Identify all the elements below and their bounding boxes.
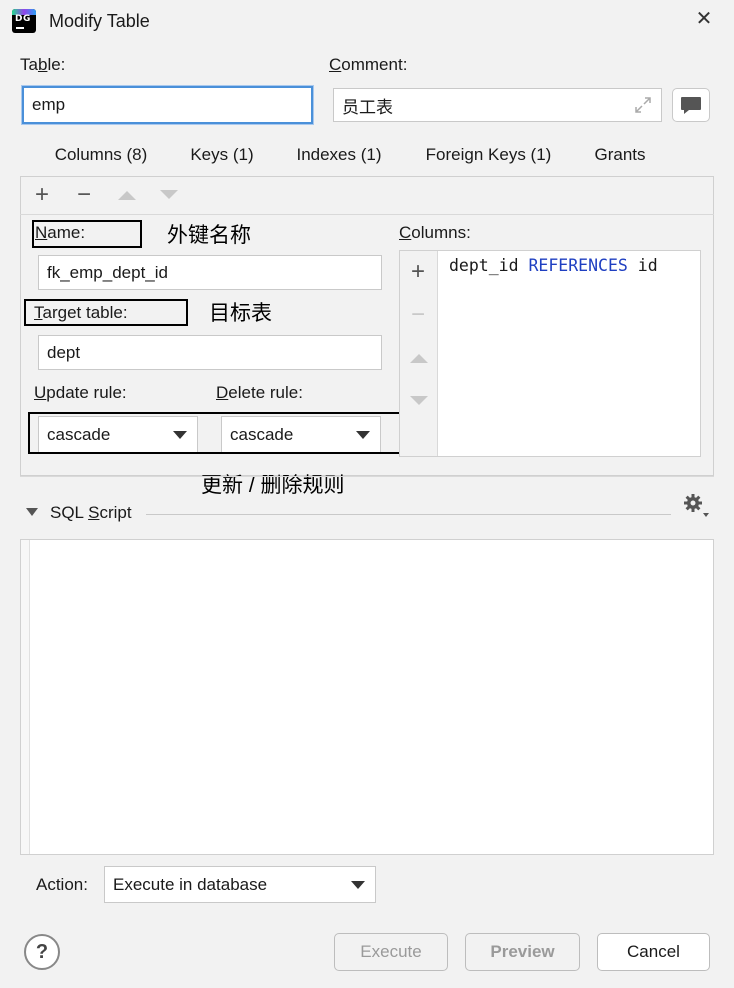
target-annotation: 目标表	[209, 302, 272, 325]
toolbar-divider	[20, 214, 714, 215]
columns-list[interactable]	[399, 250, 701, 457]
name-label: Name:	[35, 223, 86, 242]
remove-icon[interactable]: −	[72, 183, 96, 207]
rules-annotation-box	[28, 412, 407, 454]
close-icon[interactable]: ✕	[688, 5, 720, 33]
sql-editor-gutter	[21, 540, 30, 854]
gear-icon[interactable]	[682, 492, 710, 520]
dropdown-arrow-icon	[351, 880, 365, 889]
execute-button[interactable]: Execute	[334, 933, 448, 971]
cancel-button[interactable]: Cancel	[597, 933, 710, 971]
move-down-icon[interactable]	[159, 188, 179, 202]
panel-bottom-divider	[20, 476, 714, 477]
tab-indexes[interactable]: Indexes (1)	[283, 144, 395, 176]
tab-grants[interactable]: Grants	[586, 144, 654, 176]
comment-input[interactable]: 员工表	[333, 88, 662, 122]
rules-annotation: 更新 / 删除规则	[201, 474, 345, 497]
action-select[interactable]: Execute in database	[104, 866, 376, 903]
sql-separator	[146, 514, 671, 515]
collapse-icon[interactable]	[26, 508, 38, 516]
tab-foreign-keys[interactable]: Foreign Keys (1)	[402, 144, 575, 179]
add-column-icon[interactable]: +	[406, 260, 430, 284]
move-up-icon[interactable]	[117, 188, 137, 202]
tab-keys[interactable]: Keys (1)	[178, 144, 266, 176]
sql-script-editor[interactable]	[20, 539, 714, 855]
app-icon: DG	[12, 9, 36, 33]
preview-button[interactable]: Preview	[465, 933, 580, 971]
fk-name-input[interactable]: fk_emp_dept_id	[38, 255, 382, 290]
target-table-label: Target table:	[34, 303, 128, 322]
window-title: Modify Table	[49, 11, 150, 31]
action-label: Action:	[36, 875, 88, 894]
delete-rule-label: Delete rule:	[216, 383, 303, 402]
move-up-icon[interactable]	[409, 351, 429, 365]
columns-label: Columns:	[399, 223, 471, 242]
sql-script-label[interactable]: SQL Script	[50, 503, 132, 523]
update-rule-label: Update rule:	[34, 383, 127, 402]
move-down-icon[interactable]	[409, 394, 429, 408]
speech-bubble-icon	[681, 97, 701, 114]
expand-icon[interactable]	[633, 95, 653, 115]
name-annotation: 外键名称	[167, 224, 251, 247]
remove-column-icon[interactable]: −	[406, 303, 430, 327]
column-reference[interactable]: dept_id REFERENCES id	[449, 256, 658, 275]
table-label: Table:	[20, 55, 66, 74]
help-button[interactable]: ?	[24, 934, 60, 970]
target-table-input[interactable]: dept	[38, 335, 382, 370]
comment-dialog-button[interactable]	[672, 88, 710, 122]
tab-columns[interactable]: Columns (8)	[40, 144, 162, 176]
table-name-input[interactable]: emp	[22, 86, 313, 124]
add-icon[interactable]: +	[30, 183, 54, 207]
comment-label: Comment:	[329, 55, 408, 74]
